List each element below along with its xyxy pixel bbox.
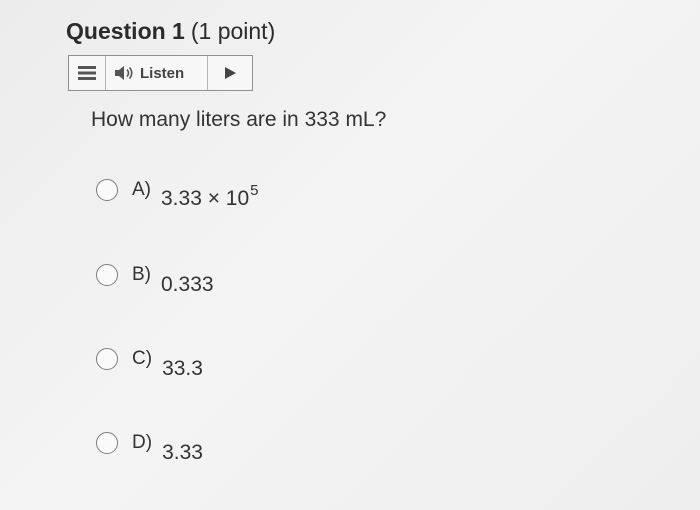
radio-button[interactable] [96, 264, 118, 286]
option-value: 33.3 [162, 357, 203, 380]
option-value-base: 3.33 × 10 [161, 187, 250, 210]
option-letter: D) [132, 432, 153, 453]
option-letter: B) [132, 264, 151, 285]
radio-button[interactable] [96, 348, 118, 370]
option-b[interactable]: B) 0.333 [96, 263, 214, 296]
option-value: 3.33 × 105 [161, 182, 259, 211]
option-letter: A) [132, 179, 151, 200]
option-a[interactable]: A) 3.33 × 105 [96, 178, 259, 210]
option-c[interactable]: C) 33.3 [96, 347, 203, 380]
option-value: 0.333 [161, 273, 214, 296]
option-d[interactable]: D) 3.33 [96, 431, 203, 464]
option-value-exponent: 5 [250, 182, 259, 199]
radio-button[interactable] [96, 432, 118, 454]
option-letter: C) [132, 348, 153, 369]
option-value: 3.33 [162, 441, 203, 464]
answer-options: A) 3.33 × 105 B) 0.333 C) 33.3 D) 3.33 [0, 0, 700, 510]
radio-button[interactable] [96, 179, 118, 201]
